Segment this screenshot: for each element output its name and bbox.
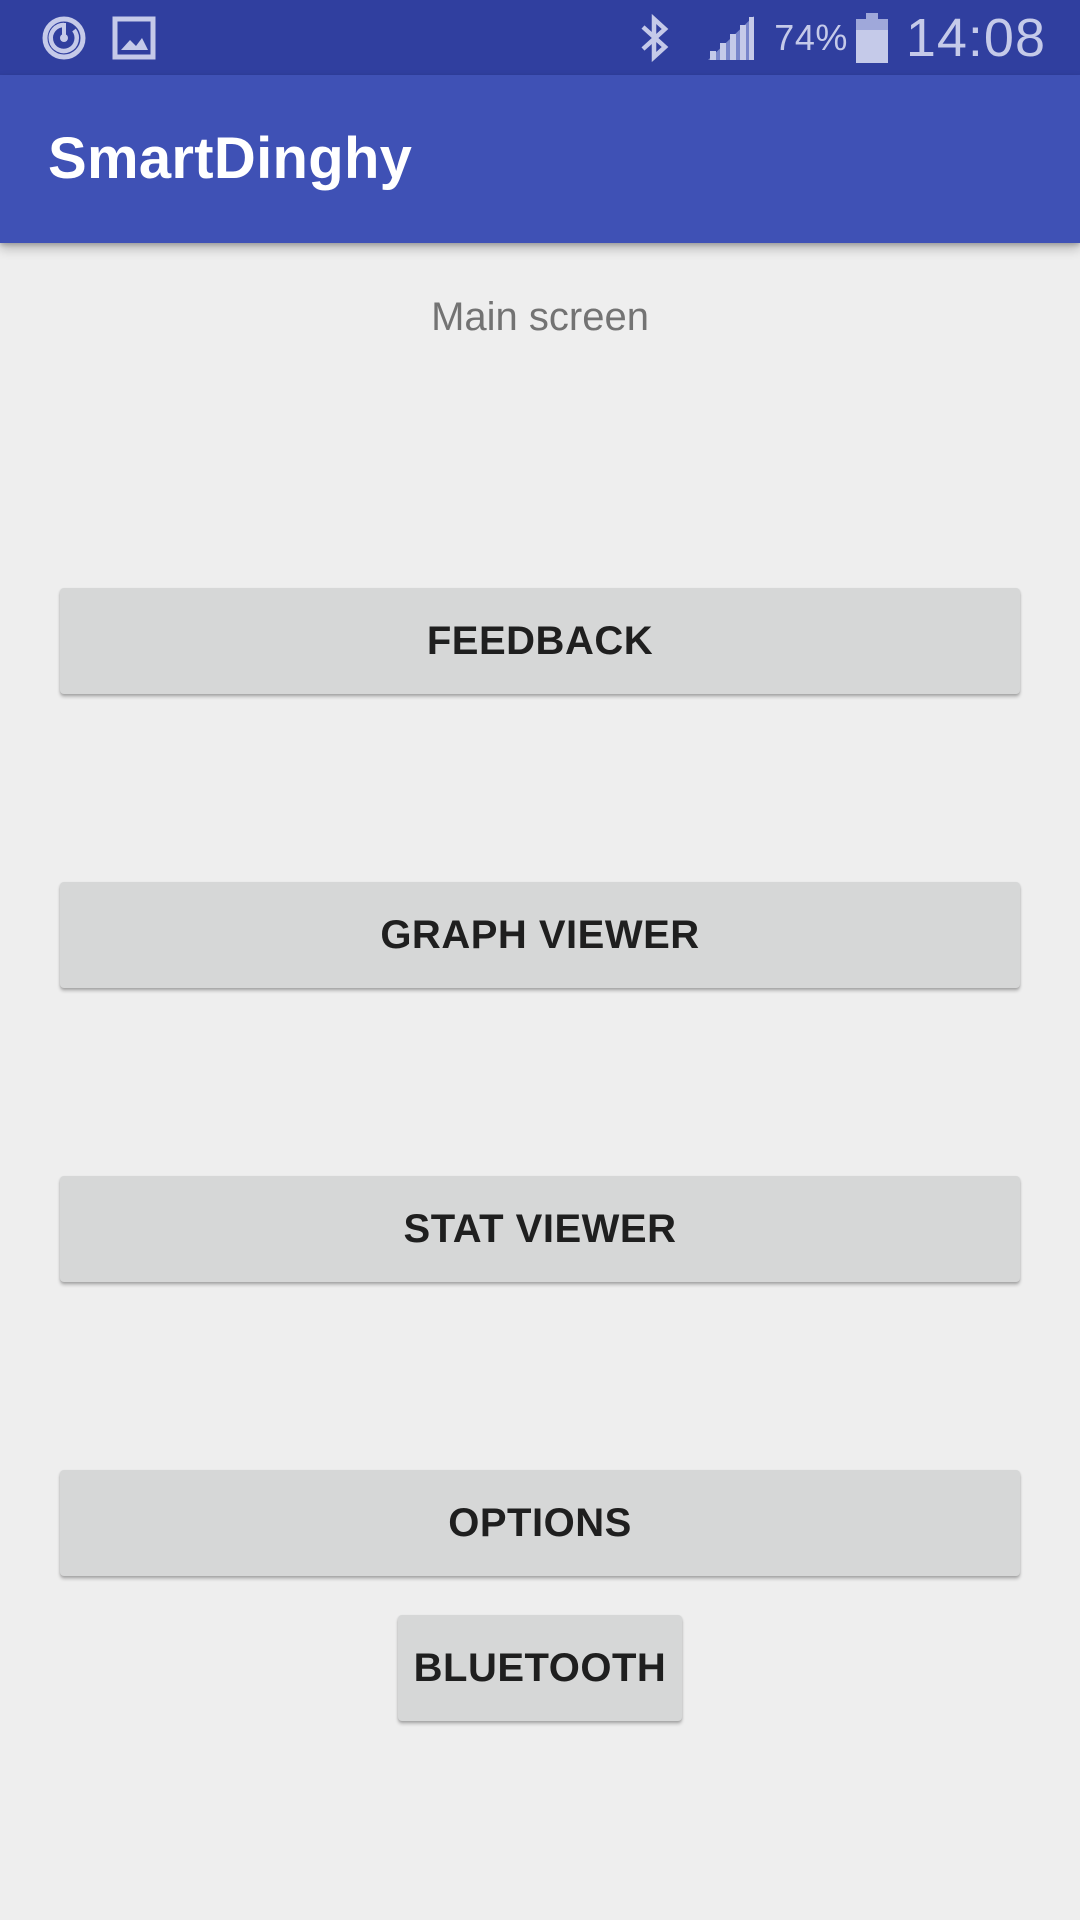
main-screen: 74% 14:08 SmartDinghy Main screen FEEDBA… <box>0 0 1080 1920</box>
battery-percent: 74% <box>774 16 848 58</box>
stat-viewer-button[interactable]: STAT VIEWER <box>60 1176 1020 1282</box>
system-indicators: 74% 14:08 <box>638 0 1046 75</box>
bluetooth-button[interactable]: BLUETOOTH <box>398 1615 682 1721</box>
options-button[interactable]: OPTIONS <box>60 1470 1020 1576</box>
signal-icon <box>706 14 756 62</box>
sync-circle-icon <box>40 14 88 62</box>
app-bar: SmartDinghy <box>0 75 1080 243</box>
graph-viewer-button[interactable]: GRAPH VIEWER <box>60 882 1020 988</box>
bluetooth-icon <box>638 13 672 63</box>
screen-label: Main screen <box>431 295 649 339</box>
battery-icon <box>855 12 888 63</box>
app-title: SmartDinghy <box>48 126 413 191</box>
feedback-button[interactable]: FEEDBACK <box>60 588 1020 694</box>
notification-icons <box>40 12 156 64</box>
clock: 14:08 <box>905 7 1046 68</box>
image-icon <box>112 16 156 60</box>
status-bar: 74% 14:08 <box>0 0 1080 75</box>
